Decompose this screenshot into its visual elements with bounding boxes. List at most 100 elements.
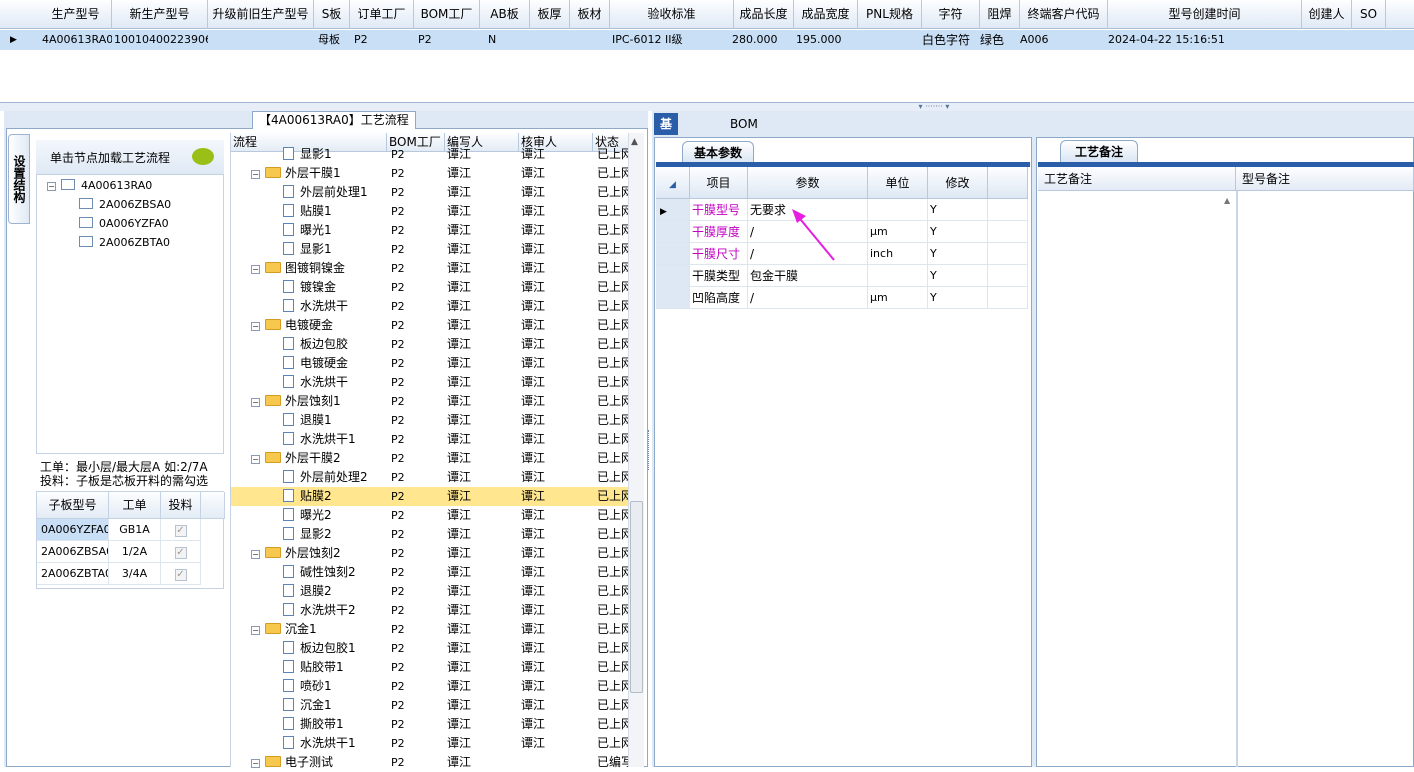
process-name-cell[interactable]: 沉金1 <box>283 696 387 715</box>
process-reviewer[interactable]: 谭江 <box>521 183 591 202</box>
splitter-grip-icon[interactable]: ▾ ······· ▾ <box>900 103 968 111</box>
sub-cell-feed[interactable]: ✓ <box>161 563 201 585</box>
process-reviewer[interactable]: 谭江 <box>521 411 591 430</box>
param-row[interactable]: 干膜类型 包金干膜 Y <box>656 265 1028 287</box>
header-item[interactable]: 项目 <box>690 167 748 199</box>
process-writer[interactable]: 谭江 <box>447 582 517 601</box>
process-bom-factory[interactable]: P2 <box>391 411 445 430</box>
process-reviewer[interactable]: 谭江 <box>521 373 591 392</box>
process-row[interactable]: 贴膜2 P2 谭江 谭江 已上网 <box>231 487 631 506</box>
process-name-cell[interactable]: − 电镀硬金 <box>251 316 387 335</box>
structure-vertical-tab[interactable]: 设置结构 <box>8 134 30 224</box>
table-row[interactable]: ▶ 4A00613RA0 10010400223906 母板 P2 P2 N I… <box>0 30 1414 50</box>
param-unit[interactable] <box>868 199 928 221</box>
process-name-cell[interactable]: 退膜1 <box>283 411 387 430</box>
process-status[interactable]: 已上网 <box>597 354 631 373</box>
cell-standard[interactable]: IPC-6012 II级 <box>610 30 720 50</box>
process-name-cell[interactable]: 电镀硬金 <box>283 354 387 373</box>
process-status[interactable]: 已上网 <box>597 544 631 563</box>
process-reviewer[interactable]: 谭江 <box>521 221 591 240</box>
process-status[interactable]: 已上网 <box>597 392 631 411</box>
param-modify[interactable]: Y <box>928 221 988 243</box>
process-status[interactable]: 已编写 <box>597 753 631 772</box>
process-status[interactable]: 已上网 <box>597 487 631 506</box>
process-status[interactable]: 已上网 <box>597 335 631 354</box>
sub-header-order[interactable]: 工单 <box>109 492 161 519</box>
process-status[interactable]: 已上网 <box>597 715 631 734</box>
process-bom-factory[interactable]: P2 <box>391 240 445 259</box>
cell-bom-factory[interactable]: P2 <box>416 30 446 50</box>
process-bom-factory[interactable]: P2 <box>391 183 445 202</box>
process-row[interactable]: 水洗烘干1 P2 谭江 谭江 已上网 <box>231 734 631 753</box>
column-header[interactable]: PNL规格 <box>858 0 922 29</box>
cell-ab-board[interactable]: N <box>486 30 516 50</box>
header-process-remark[interactable]: 工艺备注 <box>1038 167 1236 191</box>
param-row[interactable]: ▶ 干膜型号 无要求 Y <box>656 199 1028 221</box>
process-name-cell[interactable]: − 沉金1 <box>251 620 387 639</box>
tree-child-node[interactable]: 2A006ZBTA0 <box>79 234 170 252</box>
process-status[interactable]: 已上网 <box>597 221 631 240</box>
process-scrollbar[interactable]: ▲ <box>628 133 644 767</box>
process-status[interactable]: 已上网 <box>597 164 631 183</box>
process-tab-title[interactable]: 【4A00613RA0】工艺流程 <box>252 111 416 129</box>
column-header[interactable]: 订单工厂 <box>350 0 414 29</box>
vertical-splitter[interactable] <box>648 430 652 470</box>
sub-header-feed[interactable]: 投料 <box>161 492 201 519</box>
process-writer[interactable]: 谭江 <box>447 639 517 658</box>
collapse-icon[interactable]: − <box>251 265 260 274</box>
process-name-cell[interactable]: 贴胶带1 <box>283 658 387 677</box>
process-name-cell[interactable]: 板边包胶1 <box>283 639 387 658</box>
param-unit[interactable]: μm <box>868 221 928 243</box>
process-row[interactable]: 显影1 P2 谭江 谭江 已上网 <box>231 145 631 164</box>
process-status[interactable]: 已上网 <box>597 430 631 449</box>
cell-customer[interactable]: A006 <box>1018 30 1078 50</box>
tree-child-node[interactable]: 0A006YZFA0 <box>79 215 169 233</box>
process-bom-factory[interactable]: P2 <box>391 658 445 677</box>
header-param[interactable]: 参数 <box>748 167 868 199</box>
sub-cell-order[interactable]: 1/2A <box>109 541 161 563</box>
process-reviewer[interactable]: 谭江 <box>521 696 591 715</box>
column-header[interactable]: 生产型号 <box>40 0 112 29</box>
process-name-cell[interactable]: 水洗烘干 <box>283 373 387 392</box>
process-writer[interactable]: 谭江 <box>447 715 517 734</box>
param-row[interactable]: 干膜厚度 / μm Y <box>656 221 1028 243</box>
cell-width[interactable]: 195.000 <box>794 30 854 50</box>
process-name-cell[interactable]: − 外层蚀刻1 <box>251 392 387 411</box>
process-row[interactable]: 水洗烘干 P2 谭江 谭江 已上网 <box>231 373 631 392</box>
column-header[interactable]: 型号创建时间 <box>1108 0 1302 29</box>
collapse-icon[interactable]: − <box>251 626 260 635</box>
process-writer[interactable]: 谭江 <box>447 734 517 753</box>
column-header[interactable]: 验收标准 <box>610 0 734 29</box>
process-bom-factory[interactable]: P2 <box>391 734 445 753</box>
process-row[interactable]: 贴胶带1 P2 谭江 谭江 已上网 <box>231 658 631 677</box>
process-name-cell[interactable]: 外层前处理2 <box>283 468 387 487</box>
process-status[interactable]: 已上网 <box>597 696 631 715</box>
process-status[interactable]: 已上网 <box>597 620 631 639</box>
process-reviewer[interactable]: 谭江 <box>521 449 591 468</box>
column-header[interactable]: 终端客户代码 <box>1020 0 1108 29</box>
process-writer[interactable]: 谭江 <box>447 753 517 772</box>
column-header[interactable]: S板 <box>314 0 350 29</box>
scroll-up-icon[interactable]: ▲ <box>1224 196 1230 205</box>
cell-created[interactable]: 2024-04-22 15:16:51 <box>1106 30 1246 50</box>
process-row[interactable]: − 沉金1 P2 谭江 谭江 已上网 <box>231 620 631 639</box>
header-modify[interactable]: 修改 <box>928 167 988 199</box>
process-status[interactable]: 已上网 <box>597 202 631 221</box>
process-writer[interactable]: 谭江 <box>447 696 517 715</box>
column-header[interactable]: 成品宽度 <box>794 0 858 29</box>
collapse-icon[interactable]: − <box>251 398 260 407</box>
process-writer[interactable]: 谭江 <box>447 544 517 563</box>
process-status[interactable]: 已上网 <box>597 449 631 468</box>
collapse-icon[interactable]: − <box>251 170 260 179</box>
process-name-cell[interactable]: 水洗烘干 <box>283 297 387 316</box>
process-status[interactable]: 已上网 <box>597 183 631 202</box>
process-name-cell[interactable]: 碱性蚀刻2 <box>283 563 387 582</box>
process-status[interactable]: 已上网 <box>597 278 631 297</box>
column-header[interactable]: 成品长度 <box>734 0 794 29</box>
process-writer[interactable]: 谭江 <box>447 164 517 183</box>
process-bom-factory[interactable]: P2 <box>391 373 445 392</box>
process-bom-factory[interactable]: P2 <box>391 544 445 563</box>
process-row[interactable]: 喷砂1 P2 谭江 谭江 已上网 <box>231 677 631 696</box>
process-status[interactable]: 已上网 <box>597 677 631 696</box>
process-reviewer[interactable]: 谭江 <box>521 297 591 316</box>
